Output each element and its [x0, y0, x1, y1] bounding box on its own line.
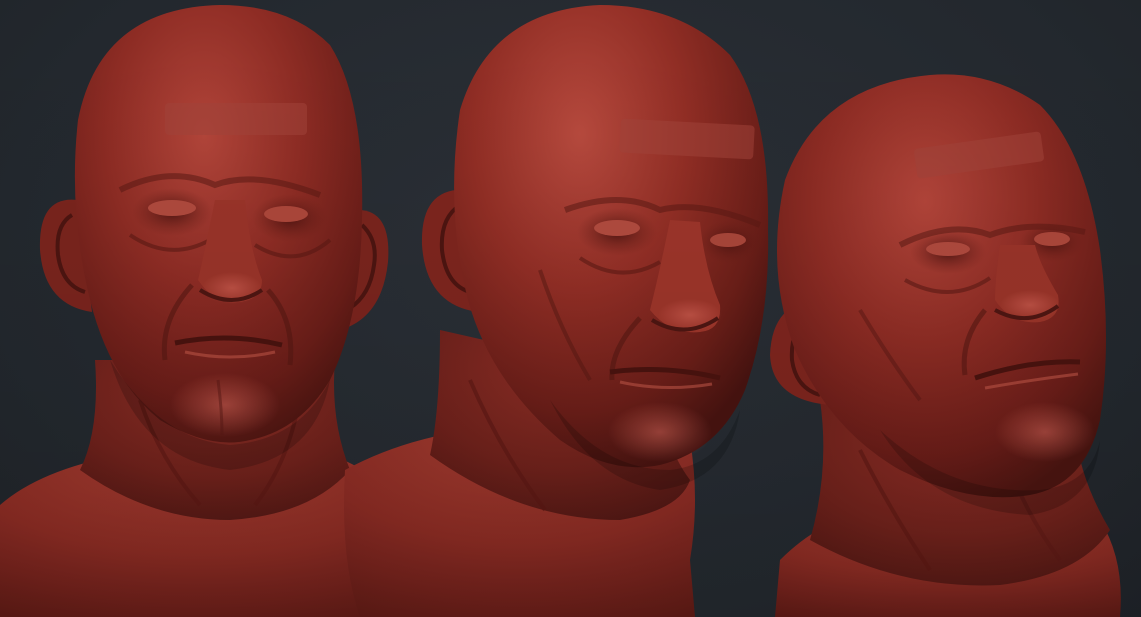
sculpt-viewport — [0, 0, 1141, 617]
head-sculpts-render — [0, 0, 1141, 617]
